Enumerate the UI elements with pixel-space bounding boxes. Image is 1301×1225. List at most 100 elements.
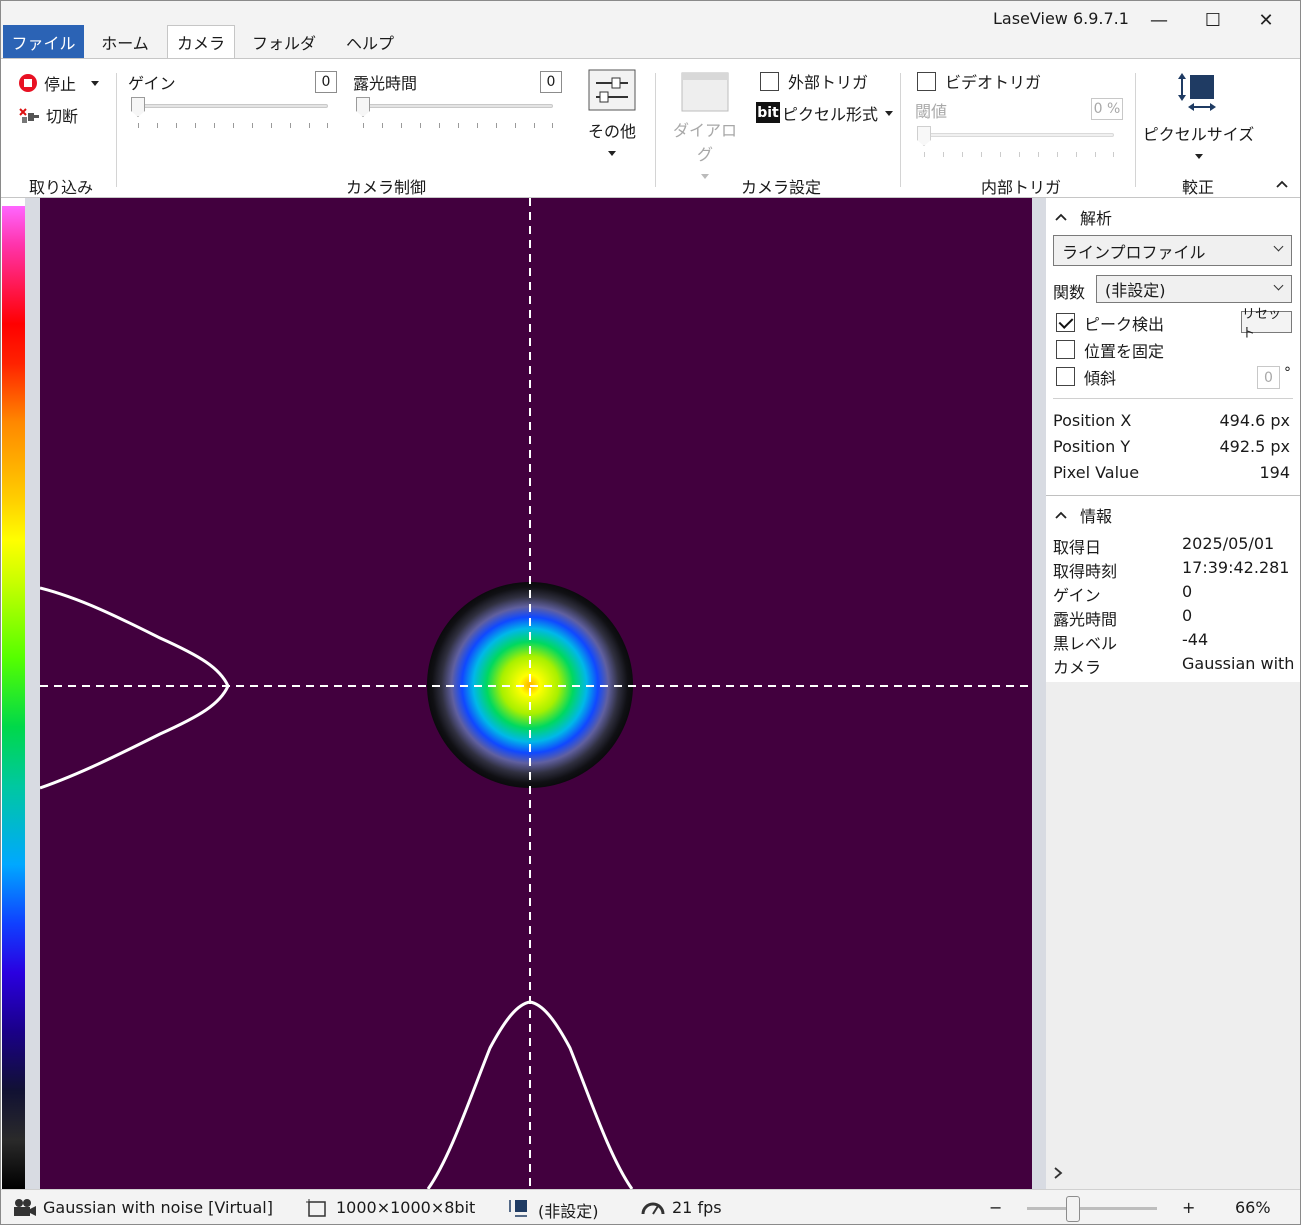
position-x-value: 494.6 px [1219,411,1290,430]
group-label-internal-trigger: 内部トリガ [980,178,1061,197]
function-select[interactable]: (非設定) [1096,275,1292,303]
close-button[interactable]: ✕ [1244,5,1288,35]
app-window: LaseView 6.9.7.1 — ☐ ✕ ファイル ホーム カメラ フォルダ… [0,0,1301,1225]
video-trigger-checkbox[interactable] [917,72,936,91]
position-y-value: 492.5 px [1219,437,1290,456]
sliders-icon [588,69,636,111]
dropdown-arrow-icon [1194,154,1203,159]
threshold-slider-thumb[interactable] [917,126,931,146]
analysis-section-header[interactable]: 解析 [1054,205,1112,229]
pixel-size-status: (非設定) [538,1202,599,1221]
reset-button[interactable]: リセット [1241,307,1292,341]
tab-home[interactable]: ホーム [87,25,163,59]
pixel-format-label: ピクセル形式 [782,105,879,124]
tab-camera[interactable]: カメラ [167,25,235,59]
status-bar: Gaussian with noise [Virtual] 1000×1000×… [1,1189,1300,1224]
panel-empty-area [1046,682,1300,1189]
chevron-up-icon [1055,213,1067,221]
other-button[interactable]: その他 [583,69,641,161]
bit-icon: bit [756,102,780,123]
dropdown-arrow-icon [885,111,894,116]
gain-slider-thumb[interactable] [131,97,145,117]
info-section-header[interactable]: 情報 [1054,503,1112,527]
external-trigger-checkbox[interactable] [760,72,779,91]
chevron-up-icon [1055,511,1067,519]
camera-key: カメラ [1053,658,1102,677]
fix-position-checkbox[interactable] [1056,340,1075,359]
disconnect-label: 切断 [46,107,79,126]
exposure-slider-track[interactable] [360,104,553,108]
info-title: 情報 [1080,507,1113,526]
pixel-size-button[interactable]: ピクセルサイズ [1141,71,1256,164]
tab-folder[interactable]: フォルダ [241,25,327,59]
position-y-key: Position Y [1053,437,1131,456]
speedometer-icon [641,1202,665,1215]
gain-slider-ticks [138,123,328,129]
exposure-label: 露光時間 [353,74,418,93]
fix-position-label: 位置を固定 [1084,342,1165,361]
function-label: 関数 [1053,283,1086,302]
tab-file[interactable]: ファイル [3,25,84,59]
stop-button[interactable]: 停止 [18,71,100,95]
resolution: 1000×1000×8bit [336,1198,476,1217]
tilt-value[interactable]: 0 [1257,366,1280,389]
pixel-size-label: ピクセルサイズ [1142,125,1255,144]
beam-image-view[interactable] [40,198,1032,1189]
info-exposure-key: 露光時間 [1053,610,1118,629]
peak-detect-checkbox[interactable] [1056,313,1075,332]
exposure-value[interactable]: 0 [540,71,562,93]
black-level-value: -44 [1182,630,1209,649]
maximize-button[interactable]: ☐ [1191,5,1235,35]
group-label-capture: 取り込み [28,178,93,197]
ribbon: 停止 切断 取り込み ゲイン 0 露光時間 0 その他 カメラ制御 ダイアログ … [1,58,1300,198]
analysis-title: 解析 [1080,209,1113,228]
threshold-slider-track[interactable] [921,133,1114,137]
acquire-date-value: 2025/05/01 [1182,534,1275,553]
dialog-button[interactable]: ダイアログ [667,71,743,184]
exposure-slider-thumb[interactable] [356,97,370,117]
fps: 21 fps [672,1198,722,1217]
tab-help[interactable]: ヘルプ [333,25,407,59]
camera-icon [14,1199,36,1216]
title-bar: LaseView 6.9.7.1 — ☐ ✕ ファイル ホーム カメラ フォルダ… [1,1,1300,59]
analysis-mode-select[interactable]: ラインプロファイル [1053,235,1292,266]
gain-slider-track[interactable] [135,104,328,108]
group-separator [1135,73,1136,187]
dialog-window-icon [681,72,729,112]
color-scale-bar [2,206,25,1189]
group-label-calibration: 較正 [1181,178,1214,197]
tilt-label: 傾斜 [1084,369,1117,388]
tilt-checkbox[interactable] [1056,367,1075,386]
zoom-in-button[interactable]: + [1182,1198,1195,1217]
stop-label: 停止 [44,75,77,94]
threshold-value[interactable]: 0 % [1091,98,1123,120]
resolution-icon [306,1199,326,1217]
exposure-slider-ticks [363,123,553,129]
group-label-camera-control: カメラ制御 [345,178,426,197]
function-value: (非設定) [1105,281,1166,300]
minimize-button[interactable]: — [1137,5,1181,35]
gain-value[interactable]: 0 [315,71,337,93]
acquire-time-key: 取得時刻 [1053,562,1118,581]
disconnect-button[interactable]: 切断 [18,103,78,127]
info-exposure-value: 0 [1182,606,1193,625]
chevron-right-icon[interactable] [1052,1166,1064,1180]
group-separator [116,73,117,187]
zoom-slider-track[interactable] [1027,1207,1157,1210]
position-x-key: Position X [1053,411,1132,430]
pixel-format-button[interactable]: ピクセル形式 [782,101,894,125]
divider [1046,495,1300,496]
gain-label: ゲイン [128,74,176,93]
chevron-down-icon [1273,280,1284,291]
zoom-level: 66% [1235,1198,1271,1217]
external-trigger-label: 外部トリガ [788,73,869,92]
dialog-label: ダイアログ [672,121,737,164]
zoom-slider-thumb[interactable] [1065,1196,1080,1222]
threshold-label: 閾値 [915,102,948,121]
pixel-size-status-icon [509,1200,527,1217]
other-label: その他 [587,122,636,141]
collapse-ribbon-icon[interactable] [1275,179,1289,189]
analysis-panel: 解析 ラインプロファイル 関数 (非設定) ピーク検出 リセット 位置を固定 傾… [1046,198,1300,1189]
pixel-value-value: 194 [1259,463,1290,482]
zoom-out-button[interactable]: − [989,1198,1002,1217]
